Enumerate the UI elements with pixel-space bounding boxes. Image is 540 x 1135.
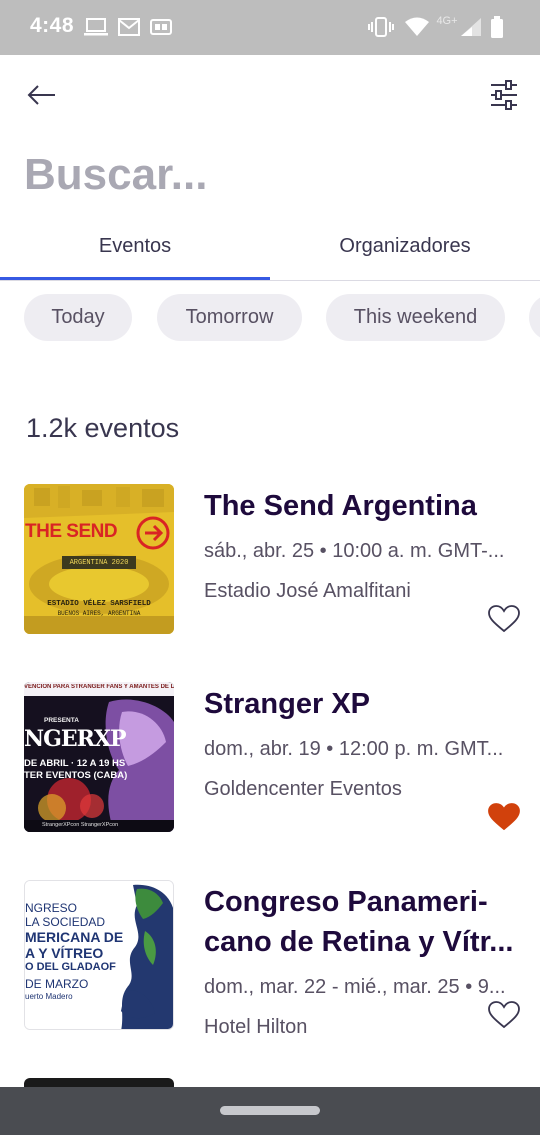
status-time: 4:48 [30,14,75,37]
like-button[interactable] [486,802,522,836]
chip-next[interactable] [529,294,540,341]
chip-this-weekend[interactable]: This weekend [326,294,505,341]
arrow-left-icon [27,84,57,111]
thumb-line6: DE MARZO [25,977,89,991]
chip-tomorrow[interactable]: Tomorrow [157,294,302,341]
thumb-line2: LA SOCIEDAD [25,915,106,929]
back-button[interactable] [22,79,62,115]
thumb-badge: ARGENTINA 2020 [62,556,136,569]
laptop-icon [84,15,108,39]
date-filter-chips: Today Tomorrow This weekend [0,294,540,342]
like-button[interactable] [486,1000,522,1034]
thumb-line2: BUENOS AIRES, ARGENTINA [57,610,141,617]
app-bar [0,55,540,145]
thumb-line5: O DEL GLADAOF [25,961,116,973]
thumb-footer: StrangerXPcon StrangerXPcon [42,822,119,828]
search-input[interactable] [24,148,504,202]
thumb-top-line: VENCIÓN PARA STRANGER FANS Y AMANTES DE … [24,684,174,690]
event-card[interactable]: VENCIÓN PARA STRANGER FANS Y AMANTES DE … [0,682,540,852]
tab-bar: Eventos Organizadores [0,222,540,281]
event-venue: Goldencenter Eventos [204,778,402,800]
tab-organizadores[interactable]: Organizadores [270,222,540,280]
ge-badge-icon [150,15,172,39]
system-nav-bar [0,1087,540,1135]
thumb-logo: NGERXP [24,726,127,752]
thumb-line1: DE ABRIL · 12 A 19 HS [24,758,126,769]
battery-icon [490,15,504,39]
network-type-label: 4G+ [436,15,458,27]
next-event-thumbnail-peek [24,1078,174,1087]
event-venue: Hotel Hilton [204,1016,308,1038]
event-card[interactable]: THE SEND ARGENTINA 2020 ESTADIO VÉLEZ SA… [0,484,540,654]
results-count: 1.2k eventos [26,413,180,443]
event-title: Congreso Panameri-cano de Retina y Vítr.… [204,886,514,958]
event-title: Stranger XP [204,688,370,720]
active-tab-indicator [0,277,270,280]
event-date: sáb., abr. 25 • 10:00 a. m. GMT-... [204,540,505,562]
chip-today[interactable]: Today [24,294,132,341]
filter-button[interactable] [484,77,524,117]
home-gesture-handle[interactable] [220,1106,320,1115]
thumb-line2: TER EVENTOS (CABA) [24,770,128,781]
thumb-line1: ESTADIO VÉLEZ SARSFIELD [47,600,151,608]
event-thumbnail: NGRESO LA SOCIEDAD MERICANA DE A Y VÍTRE… [24,880,174,1030]
event-thumbnail: THE SEND ARGENTINA 2020 ESTADIO VÉLEZ SA… [24,484,174,634]
event-thumbnail: VENCIÓN PARA STRANGER FANS Y AMANTES DE … [24,682,174,832]
event-date: dom., mar. 22 - mié., mar. 25 • 9... [204,976,506,998]
event-card[interactable]: NGRESO LA SOCIEDAD MERICANA DE A Y VÍTRE… [0,880,540,1060]
like-button[interactable] [486,604,522,638]
signal-icon [460,15,482,39]
thumb-line1: NGRESO [25,901,78,915]
event-venue: Estadio José Amalfitani [204,580,411,602]
heart-outline-icon [488,1000,520,1034]
heart-filled-icon [488,802,520,836]
gmail-icon [118,15,140,39]
tab-eventos[interactable]: Eventos [0,222,270,280]
thumb-presenta: PRESENTA [44,717,79,724]
status-bar: 4:48 4G+ [0,0,540,55]
thumb-headline: THE SEND [25,521,118,542]
thumb-line4: A Y VÍTREO [25,945,104,961]
thumb-line7: uerto Madero [25,992,73,1001]
vibrate-icon [368,15,394,39]
wifi-icon [404,15,430,39]
event-title: The Send Argentina [204,490,477,522]
sliders-icon [490,79,518,115]
event-date: dom., abr. 19 • 12:00 p. m. GMT... [204,738,504,760]
heart-outline-icon [488,604,520,638]
thumb-line3: MERICANA DE [25,929,124,945]
arrow-right-circle-icon [136,516,170,555]
